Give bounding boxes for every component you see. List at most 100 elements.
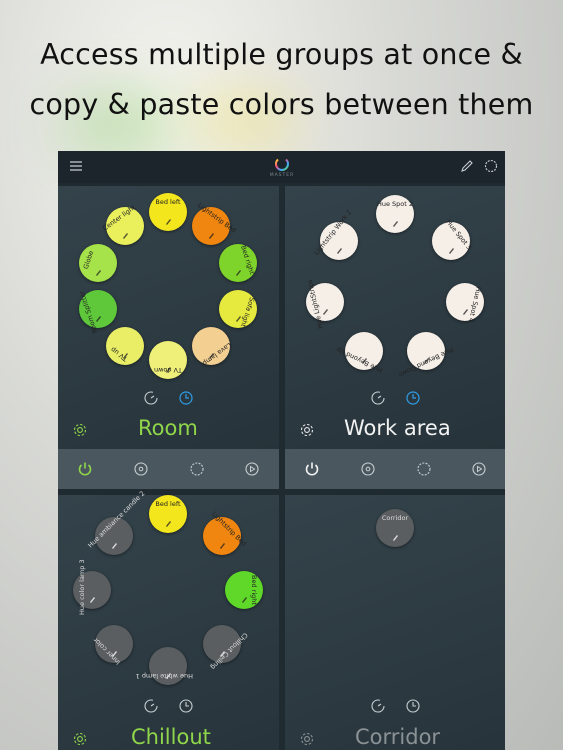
power-icon[interactable] xyxy=(76,460,94,478)
dot-circle-icon[interactable] xyxy=(359,460,377,478)
logo-text: MASTER xyxy=(269,173,295,178)
lamp-device-icon xyxy=(163,211,173,225)
app-window: MASTER Bed left Lightstrip Bed Bed right So… xyxy=(58,151,505,750)
lamp-device-icon xyxy=(93,308,103,322)
light-bulb[interactable]: Hue white lamp 1 xyxy=(136,647,193,685)
power-icon[interactable] xyxy=(303,460,321,478)
light-bulb[interactable]: Hue color lamp 3 xyxy=(73,559,111,615)
light-bulb[interactable]: TV up xyxy=(105,326,144,365)
light-bulb[interactable]: Bed left xyxy=(149,193,187,231)
lamp-device-icon xyxy=(206,225,216,240)
group-name: Corridor xyxy=(355,725,441,749)
light-label: Bed left xyxy=(155,500,181,508)
light-bulb[interactable]: Globe xyxy=(78,244,117,283)
lamp-device-icon xyxy=(217,643,227,657)
clock-icon[interactable] xyxy=(405,698,421,714)
group-name: Chillout xyxy=(131,725,211,749)
pencil-icon[interactable] xyxy=(458,157,476,175)
headline-line-2: copy & paste colors between them xyxy=(29,88,534,121)
light-bulb[interactable]: Hue ambiance candle 2 xyxy=(87,490,147,556)
lamp-device-icon xyxy=(109,535,119,550)
clock-icon[interactable] xyxy=(405,390,421,406)
lamp-device-icon xyxy=(460,301,470,316)
lamp-device-icon xyxy=(120,345,130,359)
light-label: Globe xyxy=(81,249,95,271)
group-panel-work-area[interactable]: Hue Spot 2 Hue Spot 3 Hue Spot 4 Hue Beyond… xyxy=(285,186,505,449)
light-bulb[interactable]: Corridor xyxy=(376,509,414,547)
lights-circle: Bed left Lightstrip Bed Bed right Sofa ligh… xyxy=(58,186,279,386)
gear-icon[interactable] xyxy=(299,731,315,747)
light-label: Corridor xyxy=(381,514,409,522)
light-bulb[interactable]: Room Splitter xyxy=(77,290,117,334)
light-bulb[interactable]: Lightstrip Work 2 xyxy=(312,209,358,261)
circle-select-icon[interactable] xyxy=(482,157,500,175)
light-bulb[interactable]: Chillout Ceiling xyxy=(202,624,249,671)
light-bulb[interactable]: Hue Beyond Up xyxy=(335,331,384,374)
light-bulb[interactable]: Sofa light xyxy=(219,289,258,328)
light-label: Hue ambiance candle 2 xyxy=(86,489,147,550)
group-name: Room xyxy=(138,416,198,440)
timer-icon[interactable] xyxy=(143,698,159,714)
light-bulb[interactable]: Center light xyxy=(101,204,144,246)
clock-icon[interactable] xyxy=(178,698,194,714)
light-bulb[interactable]: Lava lamp xyxy=(192,326,233,367)
lamp-device-icon xyxy=(120,225,130,240)
dot-circle-icon[interactable] xyxy=(132,460,150,478)
lamp-device-icon xyxy=(109,643,119,657)
light-label: Bed right xyxy=(250,575,258,605)
gear-icon[interactable] xyxy=(299,422,315,438)
gear-icon[interactable] xyxy=(72,422,88,438)
app-logo: MASTER xyxy=(270,155,294,181)
light-bulb[interactable]: Lightstrip Bed xyxy=(192,201,238,246)
headline-line-1: Access multiple groups at once & xyxy=(40,38,523,71)
dashed-circle-icon[interactable] xyxy=(415,460,433,478)
light-bulb[interactable]: Bed left xyxy=(149,495,187,533)
lamp-device-icon xyxy=(233,308,243,322)
lamp-device-icon xyxy=(217,535,227,550)
light-bulb[interactable]: TV down xyxy=(149,341,187,379)
timer-icon[interactable] xyxy=(370,698,386,714)
lamp-device-icon xyxy=(93,262,103,277)
lamp-device-icon xyxy=(239,589,249,603)
light-bulb[interactable]: Bed right xyxy=(219,244,258,283)
lamp-device-icon xyxy=(233,262,243,277)
lamp-device-icon xyxy=(163,513,173,527)
light-bulb[interactable]: Bed right xyxy=(225,571,263,609)
light-label: Inner color xyxy=(92,635,123,666)
headline: Access multiple groups at once & copy & … xyxy=(0,30,563,130)
light-label: Lightstrip Work 2 xyxy=(312,208,354,257)
play-circle-icon[interactable] xyxy=(243,460,261,478)
light-label: Lightstrip Bed xyxy=(209,510,248,549)
light-bulb[interactable]: Hue Spot 4 xyxy=(446,283,485,323)
light-label: Lightstrip Bed xyxy=(196,201,239,235)
light-bulb[interactable]: Hue Spot 3 xyxy=(432,218,473,261)
lamp-device-icon xyxy=(446,240,456,255)
light-label: Bed left xyxy=(155,198,181,206)
lights-circle: Corridor xyxy=(285,495,505,695)
group-panel-chillout[interactable]: Bed left Lightstrip Bed Bed right Chillout … xyxy=(58,490,279,750)
light-label: Hue Spot 2 xyxy=(376,200,414,208)
light-bulb[interactable]: Hue LightStrips xyxy=(306,279,344,329)
lamp-device-icon xyxy=(421,350,431,364)
group-name: Work area xyxy=(344,416,451,440)
light-bulb[interactable]: Hue Spot 2 xyxy=(376,195,414,233)
timer-icon[interactable] xyxy=(370,390,386,406)
lamp-device-icon xyxy=(334,240,344,255)
group-panel-room[interactable]: Bed left Lightstrip Bed Bed right Sofa ligh… xyxy=(58,186,279,449)
lights-circle: Hue Spot 2 Hue Spot 3 Hue Spot 4 Hue Beyond… xyxy=(285,186,505,386)
lamp-device-icon xyxy=(390,527,400,541)
dashed-circle-icon[interactable] xyxy=(188,460,206,478)
top-bar: MASTER xyxy=(58,151,505,183)
gear-icon[interactable] xyxy=(72,731,88,747)
light-bulb[interactable]: Inner color xyxy=(92,624,134,666)
menu-icon[interactable] xyxy=(67,157,85,175)
group-panel-corridor[interactable]: Corridor Corridor xyxy=(285,495,505,750)
timer-icon[interactable] xyxy=(143,390,159,406)
light-bulb[interactable]: Lightstrip Bed xyxy=(202,510,248,556)
play-circle-icon[interactable] xyxy=(470,460,488,478)
light-bulb[interactable]: Hue Beyond Down xyxy=(397,331,455,379)
light-label: Lava lamp xyxy=(201,340,234,368)
clock-icon[interactable] xyxy=(178,390,194,406)
lamp-device-icon xyxy=(163,665,173,679)
lamp-device-icon xyxy=(163,359,173,373)
